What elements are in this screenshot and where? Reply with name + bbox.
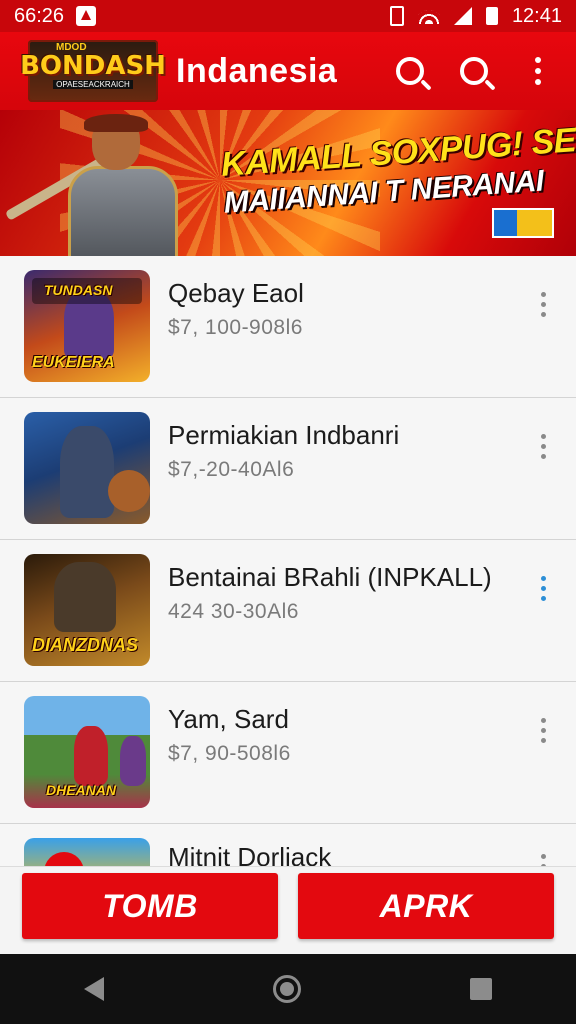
- vibrate-icon: [389, 6, 404, 26]
- signal-icon: [453, 7, 472, 25]
- thumb-caption: DHEANAN: [46, 782, 116, 798]
- list-item[interactable]: Permiakian Indbanri $7,-20-40Al6: [0, 398, 576, 540]
- status-bar: 66:26 12:41: [0, 0, 576, 32]
- search-button[interactable]: [384, 45, 436, 97]
- primary-action-button[interactable]: TOMB: [22, 873, 278, 939]
- item-more-icon[interactable]: [535, 428, 552, 465]
- status-clock: 12:41: [511, 4, 562, 27]
- item-price: $7, 90-508l6: [168, 742, 291, 765]
- item-more-icon[interactable]: [535, 712, 552, 749]
- system-nav-bar: [0, 954, 576, 1024]
- promo-banner[interactable]: KAMALL SOXPUG! SEA! MAIIANNAI T NERANAI: [0, 110, 576, 256]
- thumb-caption: DIANZDNAS: [32, 635, 138, 655]
- item-more-icon[interactable]: [535, 286, 552, 323]
- item-price: 424 30-30Al6: [168, 600, 299, 623]
- banner-badge-icon: [492, 208, 554, 238]
- logo-top-text: MDOD: [56, 42, 87, 53]
- list-item[interactable]: DHEANAN Yam, Sard $7, 90-508l6: [0, 682, 576, 824]
- back-icon[interactable]: [84, 977, 105, 1001]
- banner-hero-image: [4, 114, 190, 256]
- battery-icon: [485, 7, 498, 25]
- search-button-secondary[interactable]: [448, 45, 500, 97]
- notification-icon: [76, 6, 97, 26]
- app-bar: MDOD BONDASH OPAESEACKRAICH Indanesia: [0, 32, 576, 110]
- item-name: Permiakian Indbanri: [168, 420, 400, 450]
- overflow-menu-button[interactable]: [512, 45, 564, 97]
- app-logo[interactable]: MDOD BONDASH OPAESEACKRAICH: [20, 40, 166, 102]
- item-name: Yam, Sard: [168, 704, 289, 734]
- secondary-action-button[interactable]: APRK: [298, 873, 554, 939]
- action-bar: TOMB APRK: [0, 866, 576, 955]
- list-item[interactable]: TUNDASN EUKEIERA Qebay Eaol $7, 100-908l…: [0, 256, 576, 398]
- game-list: TUNDASN EUKEIERA Qebay Eaol $7, 100-908l…: [0, 256, 576, 884]
- item-name: Bentainai BRahli (INPKALL): [168, 562, 492, 592]
- logo-sub-text: OPAESEACKRAICH: [53, 80, 133, 89]
- search-icon: [396, 57, 424, 85]
- list-item[interactable]: DIANZDNAS Bentainai BRahli (INPKALL) 424…: [0, 540, 576, 682]
- item-name: Qebay Eaol: [168, 278, 304, 308]
- search-icon: [460, 57, 488, 85]
- logo-main-text: BONDASH: [20, 51, 166, 81]
- item-thumbnail: TUNDASN EUKEIERA: [24, 270, 150, 382]
- home-icon[interactable]: [272, 975, 301, 1003]
- item-thumbnail: DHEANAN: [24, 696, 150, 808]
- item-thumbnail: [24, 412, 150, 524]
- page-title: Indanesia: [176, 51, 338, 90]
- recent-apps-icon[interactable]: [469, 978, 492, 1000]
- thumb-top-text: TUNDASN: [44, 282, 113, 298]
- item-more-icon[interactable]: [535, 570, 552, 607]
- item-price: $7,-20-40Al6: [168, 458, 295, 481]
- wifi-icon: [417, 8, 440, 24]
- thumb-caption: EUKEIERA: [32, 354, 115, 371]
- item-thumbnail: DIANZDNAS: [24, 554, 150, 666]
- item-price: $7, 100-908l6: [168, 316, 303, 339]
- more-vert-icon: [535, 57, 541, 85]
- status-time: 66:26: [14, 4, 65, 27]
